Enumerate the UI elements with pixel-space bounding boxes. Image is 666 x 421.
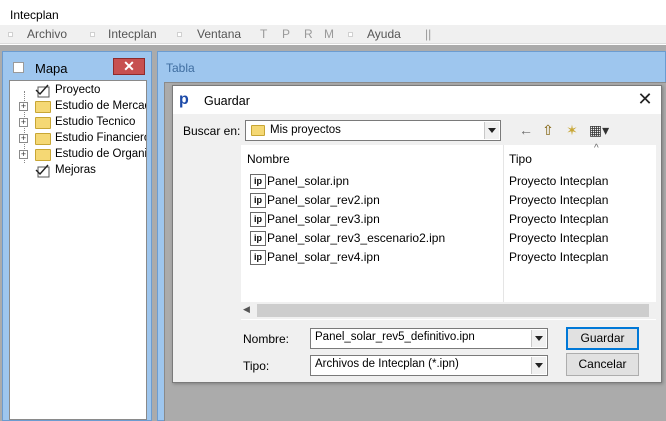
tree-item-estudio-financiero[interactable]: + Estudio Financiero bbox=[14, 131, 147, 147]
horizontal-scrollbar[interactable]: ◀ bbox=[241, 302, 656, 319]
back-icon[interactable]: ← bbox=[515, 120, 537, 140]
sort-caret-icon: ^ bbox=[594, 143, 599, 154]
folder-icon bbox=[35, 133, 51, 145]
ipn-file-icon: ip bbox=[250, 250, 266, 265]
folder-icon bbox=[251, 125, 265, 136]
chevron-down-icon[interactable] bbox=[531, 357, 546, 374]
new-folder-icon[interactable]: ✶ bbox=[561, 120, 583, 140]
chevron-down-icon[interactable] bbox=[484, 122, 499, 139]
menu-t[interactable]: T bbox=[260, 27, 267, 41]
scrollbar-thumb[interactable] bbox=[257, 304, 649, 317]
menu-separator: || bbox=[425, 27, 432, 41]
menu-bullet bbox=[348, 32, 353, 37]
menu-bullet bbox=[90, 32, 95, 37]
tree-item-label: Proyecto bbox=[55, 84, 101, 96]
checked-doc-icon bbox=[35, 164, 50, 178]
file-type: Proyecto Intecplan bbox=[509, 231, 609, 245]
folder-icon bbox=[35, 149, 51, 161]
file-type: Proyecto Intecplan bbox=[509, 250, 609, 264]
expand-icon[interactable]: + bbox=[19, 118, 28, 127]
close-icon[interactable]: ✕ bbox=[635, 90, 655, 110]
file-name: Panel_solar_rev2.ipn bbox=[267, 193, 380, 207]
file-name: Panel_solar_rev4.ipn bbox=[267, 250, 380, 264]
close-icon[interactable]: ✕ bbox=[113, 58, 145, 75]
menu-archivo[interactable]: Archivo bbox=[27, 27, 67, 41]
filename-input[interactable]: Panel_solar_rev5_definitivo.ipn bbox=[310, 328, 548, 349]
file-list[interactable]: ^ Nombre Tipo ip Panel_solar.ipn Proyect… bbox=[241, 143, 656, 320]
lookin-select[interactable]: Mis proyectos bbox=[245, 120, 501, 141]
file-row[interactable]: ip Panel_solar_rev4.ipn Proyecto Intecpl… bbox=[250, 249, 650, 267]
tree-item-proyecto[interactable]: Proyecto bbox=[14, 83, 146, 99]
tree-item-label: Estudio de Organizacion bbox=[55, 148, 147, 160]
chevron-down-icon[interactable] bbox=[531, 330, 546, 347]
mapa-title: Mapa bbox=[35, 61, 68, 76]
mapa-window: Mapa ✕ Proyecto + Estudio de Mercado + E… bbox=[2, 51, 152, 421]
file-type: Proyecto Intecplan bbox=[509, 193, 609, 207]
menu-ventana[interactable]: Ventana bbox=[197, 27, 241, 41]
file-name: Panel_solar_rev3.ipn bbox=[267, 212, 380, 226]
filename-value: Panel_solar_rev5_definitivo.ipn bbox=[315, 331, 475, 343]
menu-bar: Archivo Intecplan Ventana T P R M Ayuda … bbox=[0, 25, 666, 44]
save-button[interactable]: Guardar bbox=[566, 327, 639, 350]
dialog-title: Guardar bbox=[204, 94, 250, 108]
tree-item-label: Mejoras bbox=[55, 164, 96, 176]
lookin-label: Buscar en: bbox=[183, 124, 241, 138]
ipn-file-icon: ip bbox=[250, 174, 266, 189]
up-folder-icon[interactable]: ⇧ bbox=[537, 120, 559, 140]
view-menu-icon[interactable]: ▦▾ bbox=[585, 120, 613, 140]
app-title: Intecplan bbox=[10, 8, 59, 22]
expand-icon[interactable]: + bbox=[19, 150, 28, 159]
mapa-titlebar[interactable]: Mapa ✕ bbox=[3, 52, 151, 78]
ipn-file-icon: ip bbox=[250, 193, 266, 208]
menu-intecplan[interactable]: Intecplan bbox=[108, 27, 157, 41]
lookin-value: Mis proyectos bbox=[270, 124, 341, 136]
column-header-name[interactable]: Nombre bbox=[247, 152, 290, 166]
expand-icon[interactable]: + bbox=[19, 102, 28, 111]
app-logo-icon: p bbox=[179, 91, 189, 108]
file-row[interactable]: ip Panel_solar_rev2.ipn Proyecto Intecpl… bbox=[250, 192, 650, 210]
project-tree: Proyecto + Estudio de Mercado + Estudio … bbox=[9, 80, 147, 420]
tree-item-label: Estudio Financiero bbox=[55, 132, 147, 144]
menu-p[interactable]: P bbox=[282, 27, 290, 41]
file-row[interactable]: ip Panel_solar_rev3.ipn Proyecto Intecpl… bbox=[250, 211, 650, 229]
expand-icon[interactable]: + bbox=[19, 134, 28, 143]
filename-label: Nombre: bbox=[243, 332, 290, 346]
tree-item-estudio-organizacion[interactable]: + Estudio de Organizacion bbox=[14, 147, 147, 163]
file-type: Proyecto Intecplan bbox=[509, 212, 609, 226]
tree-item-estudio-mercado[interactable]: + Estudio de Mercado bbox=[14, 99, 146, 115]
menu-r[interactable]: R bbox=[304, 27, 313, 41]
file-type: Proyecto Intecplan bbox=[509, 174, 609, 188]
folder-icon bbox=[35, 117, 51, 129]
file-row[interactable]: ip Panel_solar_rev3_escenario2.ipn Proye… bbox=[250, 230, 650, 248]
scroll-left-icon[interactable]: ◀ bbox=[243, 304, 250, 315]
filetype-label: Tipo: bbox=[243, 359, 270, 373]
dialog-titlebar[interactable]: p Guardar ✕ bbox=[173, 86, 661, 114]
save-dialog: p Guardar ✕ Buscar en: Mis proyectos ← ⇧… bbox=[172, 85, 662, 383]
menu-bullet bbox=[8, 32, 13, 37]
file-name: Panel_solar_rev3_escenario2.ipn bbox=[267, 231, 446, 245]
tree-item-mejoras[interactable]: Mejoras bbox=[14, 163, 146, 179]
tree-item-label: Estudio Tecnico bbox=[55, 116, 136, 128]
folder-icon bbox=[35, 101, 51, 113]
column-header-type[interactable]: Tipo bbox=[509, 152, 532, 166]
tabla-title: Tabla bbox=[166, 61, 195, 75]
menu-m[interactable]: M bbox=[324, 27, 334, 41]
tree-item-estudio-tecnico[interactable]: + Estudio Tecnico bbox=[14, 115, 146, 131]
checked-doc-icon bbox=[35, 84, 50, 98]
file-name: Panel_solar.ipn bbox=[267, 174, 350, 188]
tree-item-label: Estudio de Mercado bbox=[55, 100, 146, 112]
ipn-file-icon: ip bbox=[250, 212, 266, 227]
cancel-button[interactable]: Cancelar bbox=[566, 353, 639, 376]
window-icon bbox=[13, 62, 24, 73]
file-row[interactable]: ip Panel_solar.ipn Proyecto Intecplan bbox=[250, 173, 650, 191]
menu-ayuda[interactable]: Ayuda bbox=[367, 27, 401, 41]
menu-bullet bbox=[177, 32, 182, 37]
ipn-file-icon: ip bbox=[250, 231, 266, 246]
filetype-select[interactable]: Archivos de Intecplan (*.ipn) bbox=[310, 355, 548, 376]
filetype-value: Archivos de Intecplan (*.ipn) bbox=[315, 358, 459, 370]
